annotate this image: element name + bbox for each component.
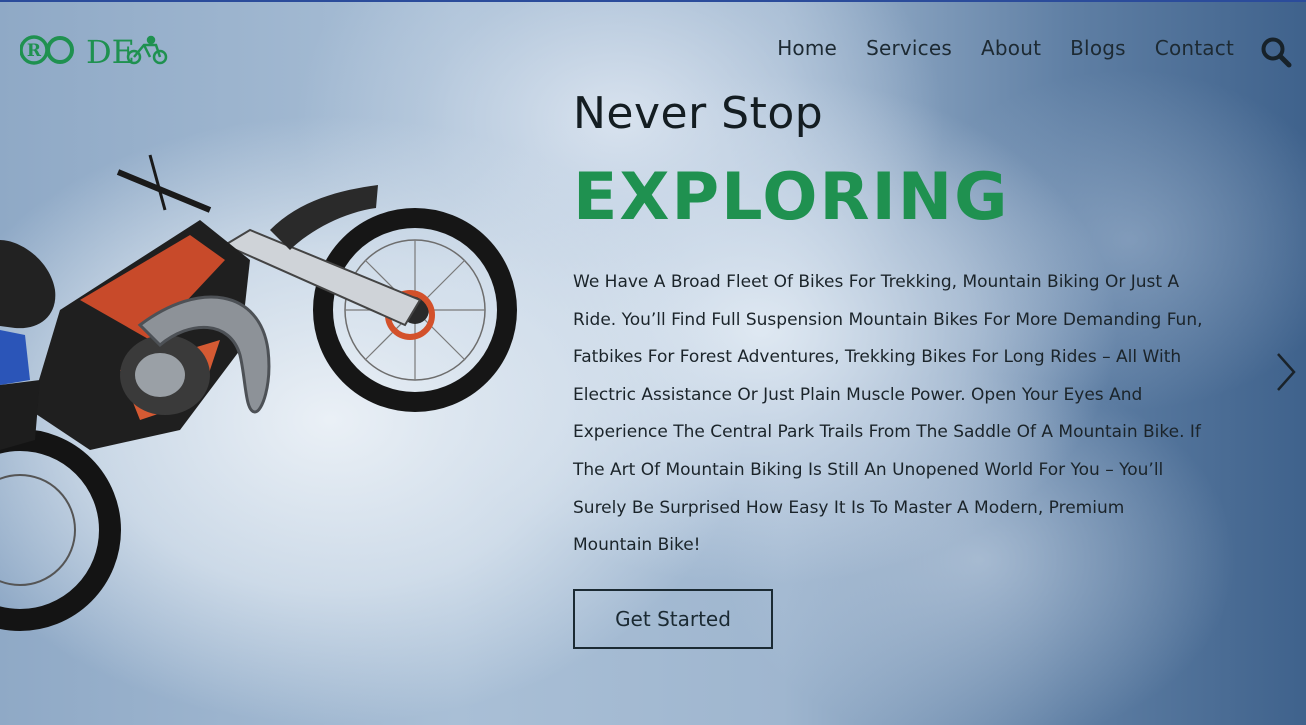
search-icon[interactable] [1260,36,1292,68]
svg-text:R: R [27,41,42,61]
nav-services[interactable]: Services [866,36,952,60]
hero-description: We Have A Broad Fleet Of Bikes For Trekk… [573,272,1203,556]
motocross-bike-image [0,154,517,631]
site-logo[interactable]: R DE [20,33,170,67]
svg-text:DE: DE [86,33,135,67]
nav-blogs[interactable]: Blogs [1070,36,1126,60]
nav-home[interactable]: Home [777,36,837,60]
main-nav: Home Services About Blogs Contact [777,36,1234,60]
hero-kicker: Never Stop [573,88,824,139]
chevron-right-icon[interactable] [1270,348,1300,396]
hero-headline: EXPLORING [573,160,1010,235]
nav-contact[interactable]: Contact [1155,36,1234,60]
top-border [0,0,1306,2]
get-started-button[interactable]: Get Started [573,588,773,649]
hero-background: R DE Home Services About Blogs Contact N… [0,0,1306,725]
nav-about[interactable]: About [981,36,1041,60]
hero-content: Never Stop EXPLORING We Have A Broad Fle… [573,86,1213,649]
rode-logo-mark: R DE [20,33,168,67]
